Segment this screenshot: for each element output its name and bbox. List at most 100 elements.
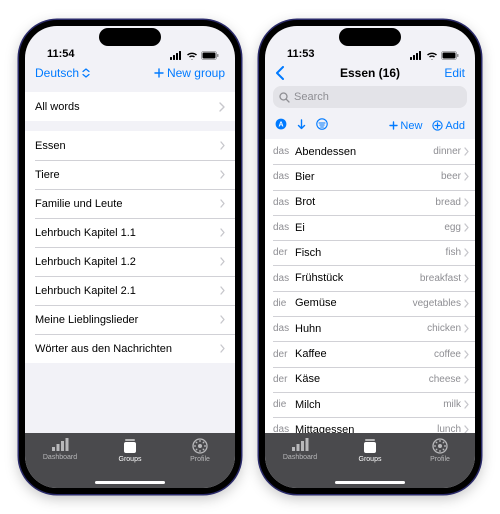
language-selector[interactable]: Deutsch [35,66,90,80]
word-article: das [273,146,295,157]
group-label: Tiere [35,169,60,181]
word-row[interactable]: dieGemüsevegetables [265,291,475,316]
word-row[interactable]: dasEiegg [265,215,475,240]
word-row[interactable]: derKaffeecoffee [265,341,475,366]
group-row[interactable]: Lehrbuch Kapitel 1.1 [25,218,235,247]
page-title: Essen (16) [315,66,425,80]
signal-icon [410,51,423,60]
chevron-right-icon [464,324,469,333]
chevron-left-icon [275,66,284,80]
group-label: Wörter aus den Nachrichten [35,343,172,355]
word-translation: milk [443,399,461,410]
language-label: Deutsch [35,66,79,80]
word-term: Abendessen [295,146,433,158]
word-row[interactable]: dieMilchmilk [265,392,475,417]
word-term: Frühstück [295,272,420,284]
group-label: Essen [35,140,66,152]
chevron-right-icon [464,425,469,433]
chevron-right-icon [220,170,225,179]
new-label: New [400,120,422,132]
chevron-right-icon [220,315,225,324]
word-article: die [273,298,295,309]
chevron-right-icon [220,344,225,353]
chevron-right-icon [220,228,225,237]
word-term: Huhn [295,323,427,335]
word-term: Bier [295,171,441,183]
word-article: das [273,222,295,233]
word-row[interactable]: dasHuhnchicken [265,316,475,341]
filter-button[interactable] [316,118,328,133]
new-group-button[interactable]: New group [154,66,225,80]
group-row[interactable]: Familie und Leute [25,189,235,218]
group-label: Lehrbuch Kapitel 1.1 [35,227,136,239]
new-word-button[interactable]: New [389,120,422,132]
arrow-down-icon [297,119,306,130]
tab-label: Dashboard [43,454,77,461]
edit-label: Edit [444,66,465,80]
chevron-right-icon [219,102,225,112]
word-term: Kaffee [295,348,434,360]
wifi-icon [426,51,438,60]
chevron-right-icon [464,274,469,283]
updown-icon [82,68,90,78]
word-translation: bread [435,197,461,208]
group-row[interactable]: Tiere [25,160,235,189]
word-term: Gemüse [295,297,413,309]
group-row[interactable]: Lehrbuch Kapitel 1.2 [25,247,235,276]
chevron-right-icon [464,375,469,384]
tab-dashboard[interactable]: Dashboard [270,438,330,461]
tab-profile[interactable]: Profile [410,438,470,463]
back-button[interactable] [275,66,315,80]
status-time: 11:54 [47,48,75,60]
tab-bar: Dashboard Groups Profile [265,433,475,488]
search-input[interactable]: Search [273,86,467,108]
status-time: 11:53 [287,48,315,60]
word-row[interactable]: derKäsecheese [265,367,475,392]
sort-asc-button[interactable] [297,119,306,133]
wifi-icon [186,51,198,60]
group-row[interactable]: Meine Lieblingslieder [25,305,235,334]
phone-right: 11:53 Essen (16) Edit Search [259,20,481,494]
battery-icon [201,51,219,60]
add-word-button[interactable]: Add [432,120,465,132]
all-words-label: All words [35,101,80,113]
list-toolbar: A New Add [265,114,475,139]
tab-label: Groups [119,456,142,463]
word-row[interactable]: dasFrühstückbreakfast [265,265,475,290]
word-article: das [273,273,295,284]
search-icon [279,92,290,103]
word-row[interactable]: dasBrotbread [265,190,475,215]
word-article: der [273,349,295,360]
group-row[interactable]: Essen [25,131,235,160]
group-row[interactable]: Wörter aus den Nachrichten [25,334,235,363]
dynamic-island [339,28,401,46]
chevron-right-icon [220,286,225,295]
tab-groups[interactable]: Groups [100,438,160,463]
word-article: der [273,374,295,385]
word-row[interactable]: derFischfish [265,240,475,265]
word-article: die [273,399,295,410]
edit-button[interactable]: Edit [425,66,465,80]
word-translation: beer [441,171,461,182]
group-label: Meine Lieblingslieder [35,314,138,326]
word-row[interactable]: dasAbendessendinner [265,139,475,164]
word-row[interactable]: dasMittagessenlunch [265,417,475,433]
all-words-row[interactable]: All words [25,92,235,121]
tab-groups[interactable]: Groups [340,438,400,463]
new-group-label: New group [167,66,225,80]
sort-alpha-button[interactable]: A [275,118,287,133]
svg-text:A: A [278,122,283,129]
dynamic-island [99,28,161,46]
word-translation: dinner [433,146,461,157]
chevron-right-icon [464,198,469,207]
word-row[interactable]: dasBierbeer [265,164,475,189]
profile-icon [192,438,208,454]
tab-profile[interactable]: Profile [170,438,230,463]
word-article: das [273,424,295,433]
word-term: Mittagessen [295,424,437,433]
plus-circle-icon [432,120,443,131]
group-row[interactable]: Lehrbuch Kapitel 2.1 [25,276,235,305]
tab-label: Dashboard [283,454,317,461]
plus-icon [154,68,164,78]
tab-dashboard[interactable]: Dashboard [30,438,90,461]
